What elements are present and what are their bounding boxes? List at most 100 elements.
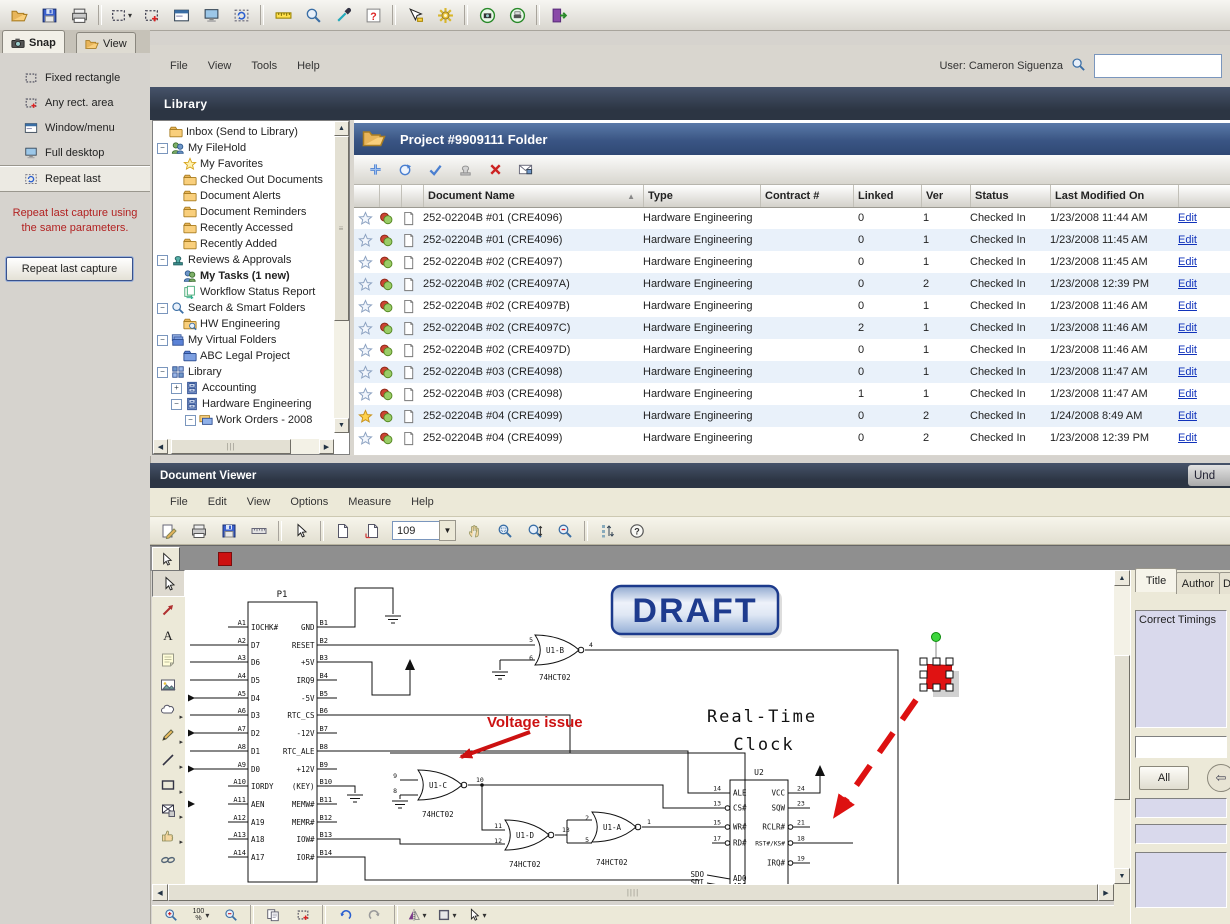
window-menu-icon[interactable] bbox=[166, 2, 196, 28]
capture-mode-fixed-rectangle[interactable]: Fixed rectangle bbox=[0, 65, 150, 90]
annotation-color-swatch[interactable] bbox=[218, 552, 232, 566]
zoom-rect-icon[interactable] bbox=[490, 518, 520, 544]
undock-button[interactable]: Und bbox=[1188, 465, 1230, 486]
table-row[interactable]: 252-02204B #02 (CRE4097B)Hardware Engine… bbox=[354, 295, 1230, 317]
pointer-tool-button[interactable] bbox=[152, 547, 180, 572]
annotate-icon[interactable] bbox=[154, 518, 184, 544]
cell-name[interactable]: 252-02204B #02 (CRE4097D) bbox=[423, 339, 639, 361]
table-row[interactable]: 252-02204B #02 (CRE4097D)Hardware Engine… bbox=[354, 339, 1230, 361]
dashed-arrow-annotation[interactable] bbox=[837, 700, 916, 813]
expander-minus[interactable]: − bbox=[157, 255, 168, 266]
column-header-star[interactable] bbox=[358, 185, 376, 207]
page-setup-icon[interactable] bbox=[358, 518, 388, 544]
field-2[interactable] bbox=[1135, 824, 1227, 844]
star-icon[interactable] bbox=[358, 339, 376, 361]
eyedropper-icon[interactable] bbox=[328, 2, 358, 28]
cell-name[interactable]: 252-02204B #01 (CRE4096) bbox=[423, 207, 639, 229]
tree-item-work-orders-2008[interactable]: −Work Orders - 2008 bbox=[185, 412, 312, 428]
edit-link[interactable]: Edit bbox=[1178, 273, 1197, 295]
cell-name[interactable]: 252-02204B #01 (CRE4096) bbox=[423, 229, 639, 251]
tree-item-abc-legal-project[interactable]: ABC Legal Project bbox=[171, 348, 290, 364]
tree-scroll-up[interactable]: ▲ bbox=[334, 121, 349, 136]
line-annotation[interactable]: ▸ bbox=[152, 747, 183, 772]
viewer-hscroll-left[interactable]: ◀ bbox=[152, 884, 168, 901]
edit-link[interactable]: Edit bbox=[1178, 207, 1197, 229]
pointer-icon[interactable] bbox=[286, 518, 316, 544]
cell-name[interactable]: 252-02204B #02 (CRE4097C) bbox=[423, 317, 639, 339]
app-menu-view[interactable]: View bbox=[198, 56, 242, 76]
column-header-linked[interactable]: Linked bbox=[853, 185, 915, 207]
viewer-menu-help[interactable]: Help bbox=[401, 492, 444, 512]
edit-link[interactable]: Edit bbox=[1178, 251, 1197, 273]
send-email-icon[interactable] bbox=[510, 157, 540, 183]
tab-snap[interactable]: Snap bbox=[2, 30, 65, 54]
search-icon[interactable] bbox=[1071, 57, 1086, 75]
star-icon[interactable] bbox=[358, 361, 376, 383]
edit-link[interactable]: Edit bbox=[1178, 229, 1197, 251]
repeat-last-capture-button[interactable]: Repeat last capture bbox=[6, 257, 133, 281]
expander-minus[interactable]: − bbox=[171, 399, 182, 410]
ruler-icon[interactable] bbox=[268, 2, 298, 28]
cell-name[interactable]: 252-02204B #04 (CRE4099) bbox=[423, 405, 639, 427]
magnifier-icon[interactable] bbox=[298, 2, 328, 28]
rect-annotation[interactable]: ▸ bbox=[152, 772, 183, 797]
image-annotation[interactable] bbox=[152, 672, 183, 697]
tree-item-accounting[interactable]: +Accounting bbox=[171, 380, 256, 396]
zoom-percent-button[interactable]: 100%▾ bbox=[186, 902, 216, 924]
viewer-menu-options[interactable]: Options bbox=[280, 492, 338, 512]
capture-mode-repeat-last[interactable]: Repeat last bbox=[0, 165, 150, 192]
tree-scroll-thumb[interactable]: ≡ bbox=[334, 136, 349, 321]
approve-annotation[interactable]: ▸ bbox=[152, 822, 183, 847]
expander-plus[interactable]: + bbox=[171, 383, 182, 394]
tree-item-my-favorites[interactable]: My Favorites bbox=[171, 156, 263, 172]
viewer-canvas[interactable]: A1IOCHK#A2D7A3D6A4D5A5D4A6D3A7D2A8D1A9D0… bbox=[185, 570, 1114, 884]
viewer-hscroll-right[interactable]: ▶ bbox=[1098, 884, 1114, 901]
stamp-annotation[interactable]: ▸ bbox=[152, 797, 183, 822]
column-header-modified[interactable]: Last Modified On bbox=[1050, 185, 1174, 207]
tree-item-library[interactable]: −Library bbox=[157, 364, 222, 380]
square-shape-icon[interactable]: ▾ bbox=[432, 902, 462, 924]
approve-check-icon[interactable] bbox=[420, 157, 450, 183]
tree-item-my-tasks-1-new[interactable]: My Tasks (1 new) bbox=[171, 268, 290, 284]
hand-icon[interactable] bbox=[460, 518, 490, 544]
tree-item-document-reminders[interactable]: Document Reminders bbox=[171, 204, 306, 220]
fixed-rect-icon[interactable]: ▾ bbox=[106, 2, 136, 28]
edit-link[interactable]: Edit bbox=[1178, 295, 1197, 317]
expander-minus[interactable]: − bbox=[157, 335, 168, 346]
star-icon[interactable] bbox=[358, 273, 376, 295]
printer-record-icon[interactable] bbox=[502, 2, 532, 28]
column-header-ver[interactable]: Ver bbox=[921, 185, 965, 207]
select-plus-icon[interactable] bbox=[288, 902, 318, 924]
tree-item-search-smart-folders[interactable]: −Search & Smart Folders bbox=[157, 300, 305, 316]
delete-x-icon[interactable] bbox=[480, 157, 510, 183]
check-out-icon[interactable] bbox=[390, 157, 420, 183]
tab-title[interactable]: Title bbox=[1135, 568, 1177, 592]
viewer-menu-measure[interactable]: Measure bbox=[338, 492, 401, 512]
field-3[interactable] bbox=[1135, 852, 1227, 908]
all-button[interactable]: All bbox=[1139, 766, 1189, 790]
capture-mode-any-rect-area[interactable]: Any rect. area bbox=[0, 90, 150, 115]
undo-icon[interactable] bbox=[330, 902, 360, 924]
capture-mode-full-desktop[interactable]: Full desktop bbox=[0, 140, 150, 165]
cell-name[interactable]: 252-02204B #02 (CRE4097B) bbox=[423, 295, 639, 317]
prev-arrow-button[interactable]: ⇦ bbox=[1207, 764, 1230, 792]
save-icon[interactable] bbox=[214, 518, 244, 544]
selected-square-annotation[interactable] bbox=[920, 633, 959, 698]
tree-hscroll-left[interactable]: ◀ bbox=[153, 439, 168, 454]
stamp-disabled-icon[interactable] bbox=[450, 157, 480, 183]
star-icon[interactable] bbox=[358, 207, 376, 229]
star-icon[interactable] bbox=[358, 295, 376, 317]
column-header-type[interactable]: Type bbox=[643, 185, 758, 207]
zoom-actual-icon[interactable] bbox=[520, 518, 550, 544]
tree-item-inbox-send-to-library[interactable]: Inbox (Send to Library) bbox=[157, 124, 298, 140]
any-rect-icon[interactable] bbox=[136, 2, 166, 28]
viewer-hscroll-thumb[interactable]: |||| bbox=[168, 884, 1098, 901]
tree-item-recently-added[interactable]: Recently Added bbox=[171, 236, 277, 252]
table-row[interactable]: 252-02204B #01 (CRE4096)Hardware Enginee… bbox=[354, 207, 1230, 229]
flip-icon[interactable]: ▾ bbox=[402, 902, 432, 924]
tree-item-my-filehold[interactable]: −My FileHold bbox=[157, 140, 246, 156]
viewer-menu-view[interactable]: View bbox=[237, 492, 281, 512]
annotation-filter-input[interactable] bbox=[1135, 736, 1227, 758]
star-icon[interactable] bbox=[358, 317, 376, 339]
app-menu-tools[interactable]: Tools bbox=[241, 56, 287, 76]
